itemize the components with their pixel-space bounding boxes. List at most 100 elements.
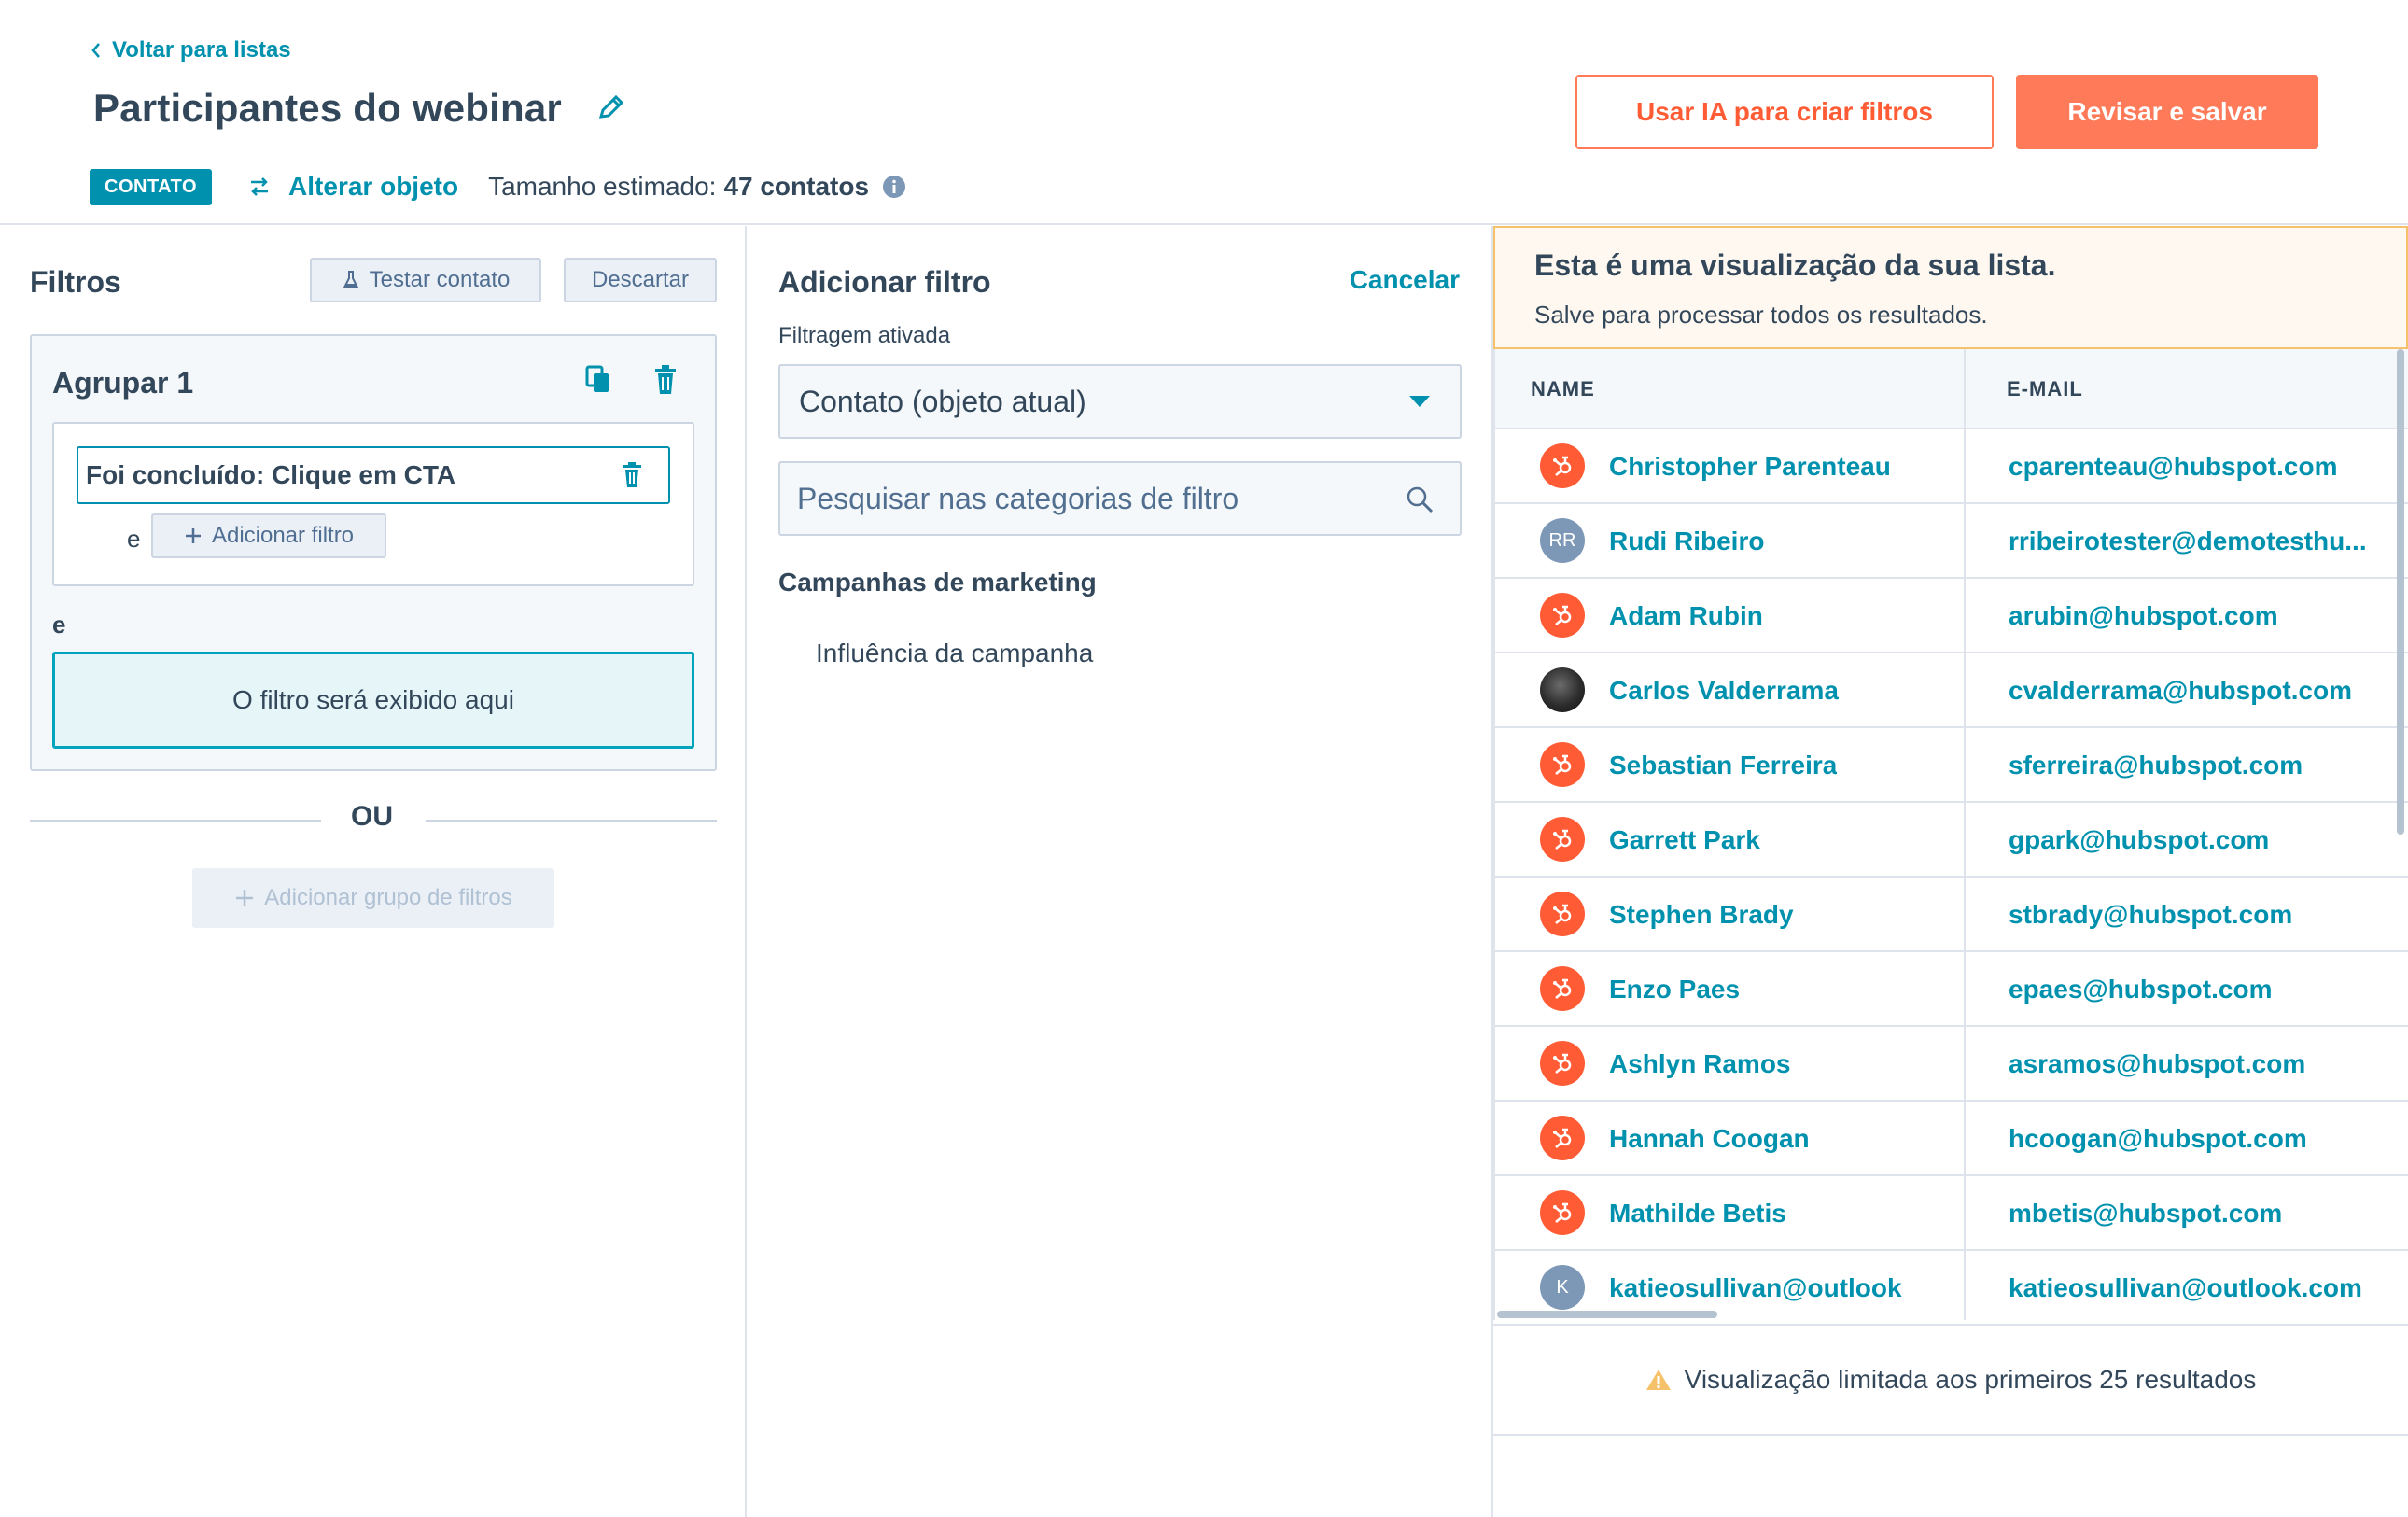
contact-name-link[interactable]: Hannah Coogan [1609, 1124, 1810, 1154]
contact-email-link[interactable]: arubin@hubspot.com [2009, 601, 2278, 631]
contact-name-link[interactable]: Enzo Paes [1609, 975, 1740, 1004]
warning-icon [1645, 1370, 1671, 1390]
filter-drop-placeholder: O filtro será exibido aqui [52, 652, 694, 749]
swap-arrows-icon[interactable] [247, 175, 272, 199]
contact-email-link[interactable]: asramos@hubspot.com [2009, 1049, 2305, 1079]
search-icon[interactable] [1406, 485, 1434, 513]
filter-search-box [778, 461, 1462, 536]
add-filter-group-button[interactable]: Adicionar grupo de filtros [192, 868, 554, 928]
filter-list: Foi concluído: Clique em CTA e Adicionar… [52, 422, 694, 586]
table-row[interactable]: Garrett Park gpark@hubspot.com [1495, 803, 2408, 878]
contact-name-link[interactable]: Garrett Park [1609, 825, 1760, 855]
contact-name-link[interactable]: Ashlyn Ramos [1609, 1049, 1791, 1079]
filter-group: Agrupar 1 Foi concluído: Clique em CTA e… [30, 334, 717, 771]
preview-banner: Esta é uma visualização da sua lista. Sa… [1493, 226, 2408, 349]
avatar [1540, 1190, 1585, 1235]
contact-email-link[interactable]: hcoogan@hubspot.com [2009, 1124, 2307, 1154]
review-save-button[interactable]: Revisar e salvar [2016, 75, 2318, 149]
table-row[interactable]: RR Rudi Ribeiro rribeirotester@demotesthu.… [1495, 504, 2408, 579]
preview-limit-text: Visualização limitada aos primeiros 25 r… [1684, 1365, 2257, 1394]
table-row[interactable]: Adam Rubin arubin@hubspot.com [1495, 579, 2408, 653]
column-divider [1964, 504, 1966, 579]
caret-down-icon [1409, 396, 1430, 407]
vertical-scrollbar[interactable] [2397, 349, 2404, 835]
contact-email-link[interactable]: katieosullivan@outlook.com [2009, 1273, 2362, 1303]
or-label: OU [351, 801, 393, 832]
estimated-size-label: Tamanho estimado: [488, 172, 717, 201]
category-heading: Campanhas de marketing [778, 568, 1097, 597]
column-divider [1964, 1176, 1966, 1251]
trash-icon[interactable] [620, 461, 644, 489]
trash-icon[interactable] [651, 364, 679, 396]
category-item-campaign-influence[interactable]: Influência da campanha [816, 639, 1093, 668]
change-object-link[interactable]: Alterar objeto [288, 172, 458, 202]
table-row[interactable]: Christopher Parenteau cparenteau@hubspot.… [1495, 429, 2408, 504]
contact-email-link[interactable]: mbetis@hubspot.com [2009, 1199, 2282, 1229]
active-filter-label: Foi concluído: Clique em CTA [86, 460, 456, 489]
avatar: RR [1540, 518, 1585, 563]
table-row[interactable]: Carlos Valderrama cvalderrama@hubspot.com [1495, 653, 2408, 728]
flask-icon [343, 271, 359, 288]
contact-email-link[interactable]: cparenteau@hubspot.com [2009, 452, 2337, 482]
page-header: Voltar para listas Participantes do webi… [0, 0, 2408, 225]
contact-email-link[interactable]: epaes@hubspot.com [2009, 975, 2272, 1004]
divider-line [30, 820, 321, 822]
cancel-link[interactable]: Cancelar [1350, 265, 1460, 295]
add-filter-label: Adicionar filtro [211, 523, 355, 548]
table-row[interactable]: Ashlyn Ramos asramos@hubspot.com [1495, 1027, 2408, 1102]
hubspot-sprocket-icon [1553, 605, 1572, 625]
estimated-size-value: 47 contatos [723, 172, 870, 201]
copy-icon[interactable] [584, 364, 612, 396]
contact-name-link[interactable]: Rudi Ribeiro [1609, 527, 1764, 556]
add-filter-button[interactable]: Adicionar filtro [151, 513, 386, 558]
hubspot-sprocket-icon [1553, 829, 1572, 850]
pencil-icon[interactable] [595, 92, 627, 124]
plus-icon [185, 528, 201, 543]
hubspot-sprocket-icon [1553, 456, 1572, 476]
use-ai-filters-button[interactable]: Usar IA para criar filtros [1575, 75, 1994, 149]
contact-name-link[interactable]: Adam Rubin [1609, 601, 1763, 631]
table-row[interactable]: Hannah Coogan hcoogan@hubspot.com [1495, 1102, 2408, 1176]
horizontal-scrollbar[interactable] [1497, 1311, 1717, 1318]
table-row[interactable]: Stephen Brady stbrady@hubspot.com [1495, 878, 2408, 952]
contact-email-link[interactable]: cvalderrama@hubspot.com [2009, 676, 2352, 706]
hubspot-sprocket-icon [1553, 1128, 1572, 1148]
filters-panel: Filtros Testar contato Descartar Agrupar… [0, 226, 747, 1517]
active-filter-chip[interactable]: Foi concluído: Clique em CTA [77, 446, 670, 504]
contact-email-link[interactable]: stbrady@hubspot.com [2009, 900, 2292, 930]
avatar [1540, 817, 1585, 862]
avatar [1540, 1116, 1585, 1160]
contact-name-link[interactable]: Christopher Parenteau [1609, 452, 1891, 482]
filter-group-title: Agrupar 1 [52, 366, 194, 400]
contact-email-link[interactable]: sferreira@hubspot.com [2009, 751, 2303, 780]
contact-email-link[interactable]: rribeirotester@demotesthu... [2009, 527, 2367, 556]
column-divider [1964, 952, 1966, 1027]
contact-email-link[interactable]: gpark@hubspot.com [2009, 825, 2269, 855]
filter-search-input[interactable] [797, 463, 1376, 534]
info-icon[interactable] [882, 175, 906, 199]
title-row: Participantes do webinar [93, 86, 627, 131]
avatar [1540, 593, 1585, 638]
discard-button[interactable]: Descartar [564, 258, 717, 302]
preview-banner-subtitle: Salve para processar todos os resultados… [1534, 301, 1988, 329]
contact-name-link[interactable]: katieosullivan@outlook [1609, 1273, 1902, 1303]
hubspot-sprocket-icon [1553, 754, 1572, 775]
contact-name-link[interactable]: Stephen Brady [1609, 900, 1794, 930]
column-header-email[interactable]: E-MAIL [2007, 377, 2083, 401]
object-select[interactable]: Contato (objeto atual) [778, 364, 1462, 439]
contact-name-link[interactable]: Mathilde Betis [1609, 1199, 1786, 1229]
contact-name-link[interactable]: Carlos Valderrama [1609, 676, 1839, 706]
or-divider: OU [30, 801, 717, 832]
column-divider [1964, 349, 1966, 429]
contact-name-link[interactable]: Sebastian Ferreira [1609, 751, 1837, 780]
table-row[interactable]: Kkatieosullivan@outlook katieosullivan@ou… [1495, 1251, 2408, 1320]
table-row[interactable]: Sebastian Ferreira sferreira@hubspot.com [1495, 728, 2408, 803]
table-row[interactable]: Enzo Paes epaes@hubspot.com [1495, 952, 2408, 1027]
table-row[interactable]: Mathilde Betis mbetis@hubspot.com [1495, 1176, 2408, 1251]
test-contact-button[interactable]: Testar contato [310, 258, 541, 302]
add-group-label: Adicionar grupo de filtros [264, 885, 512, 910]
column-header-name[interactable]: NAME [1531, 377, 1595, 401]
table-header: NAME E-MAIL [1495, 349, 2408, 429]
column-divider [1964, 803, 1966, 878]
back-to-lists-link[interactable]: Voltar para listas [90, 37, 291, 63]
